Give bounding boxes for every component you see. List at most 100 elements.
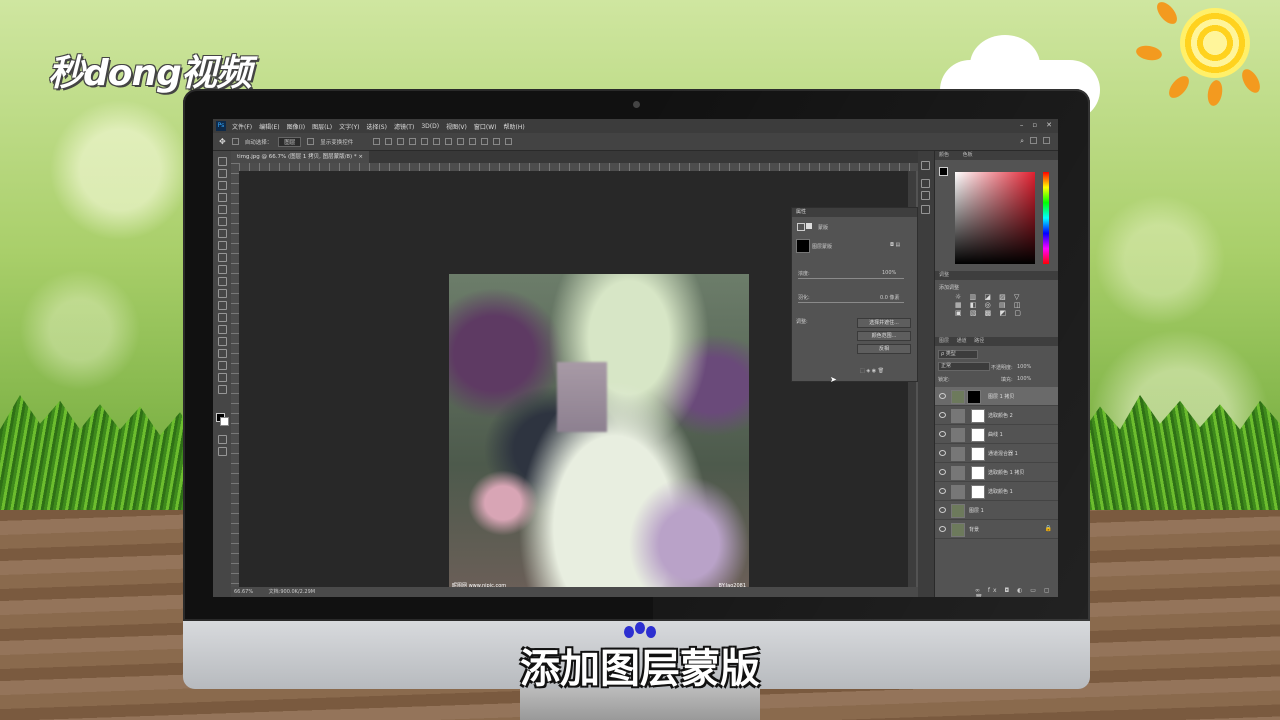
layer-mask-thumbnail[interactable] xyxy=(967,390,981,404)
tab-swatches[interactable]: 色板 xyxy=(963,152,973,158)
document-tab[interactable]: timg.jpg @ 66.7% (图层 1 拷贝, 图层蒙版/8) * × xyxy=(231,151,370,163)
shape-tool[interactable] xyxy=(218,361,227,370)
auto-select-dropdown[interactable]: 图层 xyxy=(278,136,302,147)
layer-mask-thumbnail[interactable] xyxy=(971,409,985,423)
menu-layer[interactable]: 图层(L) xyxy=(312,122,332,131)
layer-row[interactable]: 图层 1 拷贝 xyxy=(935,387,1058,406)
maximize-icon[interactable]: ▫ xyxy=(1032,121,1037,129)
menu-image[interactable]: 图像(I) xyxy=(287,122,305,131)
visibility-eye-icon[interactable] xyxy=(939,469,946,475)
menu-3d[interactable]: 3D(D) xyxy=(421,123,439,130)
apply-mask-icon[interactable]: ◘ ▤ xyxy=(890,242,900,248)
dodge-tool[interactable] xyxy=(218,313,227,322)
layer-row[interactable]: 选取颜色 1 拷贝 xyxy=(935,463,1058,482)
visibility-eye-icon[interactable] xyxy=(939,450,946,456)
tab-color[interactable]: 颜色 xyxy=(939,152,949,158)
tab-layers[interactable]: 图层 xyxy=(939,338,949,344)
adjustments-title[interactable]: 调整 xyxy=(935,271,1058,280)
visibility-eye-icon[interactable] xyxy=(939,526,946,532)
menu-help[interactable]: 帮助(H) xyxy=(504,122,525,131)
history-brush-tool[interactable] xyxy=(218,265,227,274)
character-icon[interactable] xyxy=(921,179,930,188)
density-value[interactable]: 100% xyxy=(882,270,896,276)
type-tool[interactable] xyxy=(218,337,227,346)
path-select-tool[interactable] xyxy=(218,349,227,358)
visibility-eye-icon[interactable] xyxy=(939,507,946,513)
layer-row[interactable]: 选取颜色 1 xyxy=(935,482,1058,501)
invert-button[interactable]: 反相 xyxy=(857,344,911,354)
auto-select-checkbox[interactable] xyxy=(231,138,239,145)
eraser-tool[interactable] xyxy=(218,277,227,286)
layer-mask-thumbnail[interactable] xyxy=(971,447,985,461)
screen-mode-tool[interactable] xyxy=(218,447,227,456)
close-tab-icon[interactable]: × xyxy=(358,154,363,160)
hue-slider[interactable] xyxy=(1043,172,1049,264)
close-icon[interactable]: ✕ xyxy=(1046,121,1052,129)
layer-filter-dropdown[interactable]: ρ 类型 xyxy=(938,350,978,359)
workspace-icon[interactable] xyxy=(1030,137,1037,144)
feather-value[interactable]: 0.0 像素 xyxy=(880,294,900,301)
lasso-tool[interactable] xyxy=(218,181,227,190)
crop-tool[interactable] xyxy=(218,205,227,214)
minimize-icon[interactable]: – xyxy=(1020,121,1024,129)
menu-window[interactable]: 窗口(W) xyxy=(474,122,497,131)
paragraph-icon[interactable] xyxy=(921,191,930,200)
gradient-tool[interactable] xyxy=(218,289,227,298)
marquee-tool[interactable] xyxy=(218,169,227,178)
visibility-eye-icon[interactable] xyxy=(939,412,946,418)
properties-icon[interactable] xyxy=(921,205,930,214)
stamp-tool[interactable] xyxy=(218,253,227,262)
visibility-eye-icon[interactable] xyxy=(939,393,946,399)
menu-view[interactable]: 视图(V) xyxy=(446,122,467,131)
fg-color-swatch[interactable] xyxy=(939,167,948,176)
tab-paths[interactable]: 路径 xyxy=(974,338,984,344)
eyedropper-tool[interactable] xyxy=(218,217,227,226)
menu-filter[interactable]: 滤镜(T) xyxy=(394,122,414,131)
menu-edit[interactable]: 编辑(E) xyxy=(259,122,279,131)
color-picker-field[interactable] xyxy=(955,172,1035,264)
brush-tool[interactable] xyxy=(218,241,227,250)
zoom-level[interactable]: 66.67% xyxy=(234,589,253,595)
quick-mask-tool[interactable] xyxy=(218,435,227,444)
feather-slider[interactable] xyxy=(798,302,904,303)
visibility-eye-icon[interactable] xyxy=(939,431,946,437)
move-tool[interactable] xyxy=(218,157,227,166)
menu-file[interactable]: 文件(F) xyxy=(232,122,252,131)
layer-row[interactable]: 选取颜色 2 xyxy=(935,406,1058,425)
layer-row[interactable]: 通道混合器 1 xyxy=(935,444,1058,463)
menu-select[interactable]: 选择(S) xyxy=(366,122,387,131)
search-icon[interactable]: ⌕ xyxy=(1020,137,1024,146)
layer-row[interactable]: 背景 🔒 xyxy=(935,520,1058,539)
properties-title[interactable]: 属性 xyxy=(792,208,917,217)
layer-mask-thumbnail[interactable] xyxy=(971,428,985,442)
density-slider[interactable] xyxy=(798,278,904,279)
color-range-button[interactable]: 颜色范围... xyxy=(857,331,911,341)
zoom-tool[interactable] xyxy=(218,385,227,394)
opacity-value[interactable]: 100% xyxy=(1017,364,1031,370)
show-transform-checkbox[interactable] xyxy=(307,138,315,145)
move-tool-icon[interactable]: ✥ xyxy=(219,137,226,146)
adjustment-icons[interactable]: ☼ ▥ ◪ ▨ ▽ ▦ ◧ ◎ ▤ ◫ ▣ ▧ ▩ ◩ ▢ xyxy=(955,293,1024,317)
share-icon[interactable] xyxy=(1043,137,1050,144)
healing-tool[interactable] xyxy=(218,229,227,238)
pixel-mask-icon[interactable] xyxy=(797,223,805,231)
layer-row[interactable]: 曲线 1 xyxy=(935,425,1058,444)
hand-tool[interactable] xyxy=(218,373,227,382)
background-color-swatch[interactable] xyxy=(220,417,229,426)
fill-value[interactable]: 100% xyxy=(1017,376,1031,382)
layer-mask-thumbnail[interactable] xyxy=(971,485,985,499)
layer-mask-thumbnail[interactable] xyxy=(971,466,985,480)
select-and-mask-button[interactable]: 选择并遮住... xyxy=(857,318,911,328)
quick-select-tool[interactable] xyxy=(218,193,227,202)
menu-type[interactable]: 文字(Y) xyxy=(339,122,359,131)
layer-footer-icons[interactable]: ∞ fx ◘ ◐ ▭ ▢ 🗑 xyxy=(975,587,1058,597)
mask-footer-icons[interactable]: ⬚ ◈ ◉ 🗑 xyxy=(860,368,884,374)
vector-mask-icon[interactable] xyxy=(806,223,812,229)
layer-row[interactable]: 图层 1 xyxy=(935,501,1058,520)
history-icon[interactable] xyxy=(921,161,930,170)
blur-tool[interactable] xyxy=(218,301,227,310)
visibility-eye-icon[interactable] xyxy=(939,488,946,494)
tab-channels[interactable]: 通道 xyxy=(957,338,967,344)
pen-tool[interactable] xyxy=(218,325,227,334)
blend-mode-dropdown[interactable]: 正常 xyxy=(938,362,990,371)
